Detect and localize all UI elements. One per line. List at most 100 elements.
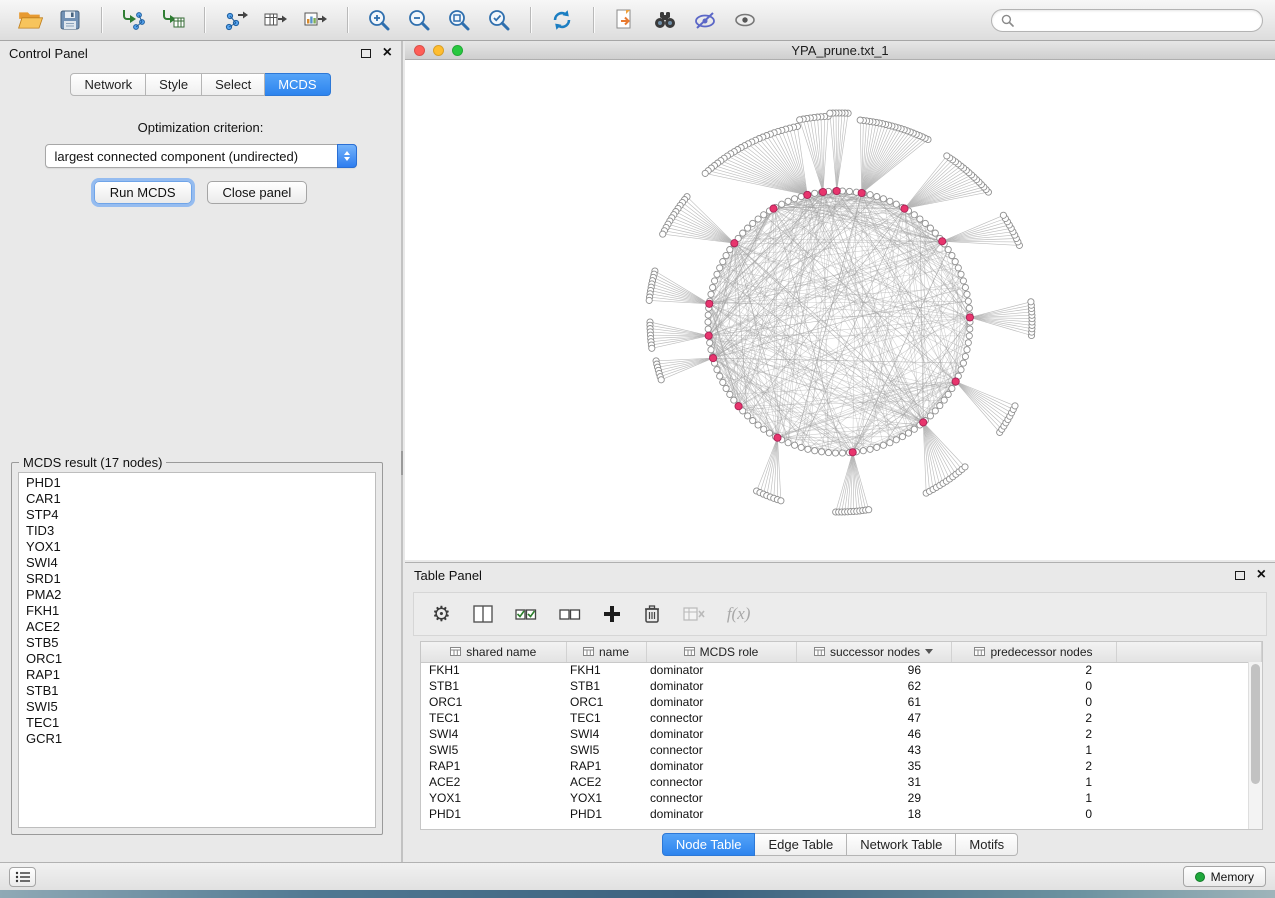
mcds-dominator-node[interactable] xyxy=(705,332,712,339)
network-node[interactable] xyxy=(839,450,845,456)
network-node[interactable] xyxy=(705,312,711,318)
mcds-result-item[interactable]: YOX1 xyxy=(19,539,375,555)
cell-filler[interactable] xyxy=(1116,790,1262,806)
network-node[interactable] xyxy=(955,265,961,271)
cell-name[interactable]: PHD1 xyxy=(566,806,646,822)
close-panel-button[interactable]: Close panel xyxy=(207,181,308,204)
network-node[interactable] xyxy=(964,291,970,297)
table-scrollbar-thumb[interactable] xyxy=(1251,664,1260,784)
network-node[interactable] xyxy=(945,247,951,253)
network-node[interactable] xyxy=(866,507,872,513)
mcds-dominator-node[interactable] xyxy=(804,191,811,198)
close-window-button[interactable] xyxy=(414,45,425,56)
network-node[interactable] xyxy=(962,284,968,290)
cell-filler[interactable] xyxy=(1116,662,1262,678)
network-node[interactable] xyxy=(846,188,852,194)
mcds-result-item[interactable]: SRD1 xyxy=(19,571,375,587)
table-scrollbar[interactable] xyxy=(1248,662,1262,829)
cell-successor-nodes[interactable]: 62 xyxy=(796,678,951,694)
cell-filler[interactable] xyxy=(1116,694,1262,710)
network-node[interactable] xyxy=(1012,403,1018,409)
cell-filler[interactable] xyxy=(1116,806,1262,822)
cell-mcds-role[interactable]: connector xyxy=(646,774,796,790)
cell-predecessor-nodes[interactable]: 1 xyxy=(951,742,1116,758)
cell-shared-name[interactable]: FKH1 xyxy=(421,662,566,678)
tab-select[interactable]: Select xyxy=(202,73,265,96)
select-all-button[interactable] xyxy=(515,604,537,624)
cell-predecessor-nodes[interactable]: 2 xyxy=(951,710,1116,726)
network-node[interactable] xyxy=(932,408,938,414)
apply-layout-button[interactable] xyxy=(544,4,580,36)
network-node[interactable] xyxy=(911,426,917,432)
network-node[interactable] xyxy=(714,271,720,277)
tab-edge-table[interactable]: Edge Table xyxy=(755,833,847,856)
mcds-dominator-node[interactable] xyxy=(858,189,865,196)
cell-predecessor-nodes[interactable]: 0 xyxy=(951,694,1116,710)
network-node[interactable] xyxy=(761,212,767,218)
cell-mcds-role[interactable]: dominator xyxy=(646,678,796,694)
tab-node-table[interactable]: Node Table xyxy=(662,833,756,856)
export-table-button[interactable] xyxy=(258,4,294,36)
network-canvas[interactable] xyxy=(405,60,1275,560)
network-node[interactable] xyxy=(740,230,746,236)
network-node[interactable] xyxy=(952,259,958,265)
network-node[interactable] xyxy=(660,231,666,237)
network-node[interactable] xyxy=(965,340,971,346)
cell-filler[interactable] xyxy=(1116,678,1262,694)
mcds-result-item[interactable]: SWI4 xyxy=(19,555,375,571)
network-node[interactable] xyxy=(825,450,831,456)
deselect-all-button[interactable] xyxy=(559,604,581,624)
mcds-dominator-node[interactable] xyxy=(833,187,840,194)
network-node[interactable] xyxy=(755,216,761,222)
mcds-dominator-node[interactable] xyxy=(710,355,717,362)
table-settings-button[interactable]: ⚙ xyxy=(432,604,451,625)
import-table-button[interactable] xyxy=(155,4,191,36)
network-node[interactable] xyxy=(723,252,729,258)
cell-predecessor-nodes[interactable]: 0 xyxy=(951,806,1116,822)
network-node[interactable] xyxy=(960,360,966,366)
network-node[interactable] xyxy=(962,464,968,470)
network-node[interactable] xyxy=(705,319,711,325)
network-node[interactable] xyxy=(720,259,726,265)
minimize-window-button[interactable] xyxy=(433,45,444,56)
zoom-selected-button[interactable] xyxy=(481,4,517,36)
tab-network[interactable]: Network xyxy=(70,73,146,96)
cell-successor-nodes[interactable]: 96 xyxy=(796,662,951,678)
column-header-name[interactable]: name xyxy=(566,642,646,662)
column-header-mcds-role[interactable]: MCDS role xyxy=(646,642,796,662)
function-builder-button-disabled[interactable]: f(x) xyxy=(727,604,751,624)
network-node[interactable] xyxy=(887,440,893,446)
show-hide-graphics-button[interactable] xyxy=(687,4,723,36)
network-node[interactable] xyxy=(964,347,970,353)
network-node[interactable] xyxy=(708,291,714,297)
network-node[interactable] xyxy=(792,196,798,202)
network-node[interactable] xyxy=(812,448,818,454)
mcds-dominator-node[interactable] xyxy=(952,378,959,385)
table-row[interactable]: ORC1ORC1dominator610 xyxy=(421,694,1262,710)
network-node[interactable] xyxy=(819,449,825,455)
network-node[interactable] xyxy=(949,252,955,258)
network-node[interactable] xyxy=(927,413,933,419)
mcds-result-item[interactable]: STB5 xyxy=(19,635,375,651)
mcds-dominator-node[interactable] xyxy=(706,300,713,307)
mcds-result-item[interactable]: PHD1 xyxy=(19,475,375,491)
network-node[interactable] xyxy=(922,220,928,226)
search-network-button[interactable] xyxy=(647,4,683,36)
mcds-result-item[interactable]: RAP1 xyxy=(19,667,375,683)
cell-mcds-role[interactable]: dominator xyxy=(646,726,796,742)
mcds-result-item[interactable]: ACE2 xyxy=(19,619,375,635)
cell-mcds-role[interactable]: dominator xyxy=(646,662,796,678)
network-node[interactable] xyxy=(731,397,737,403)
network-node[interactable] xyxy=(708,347,714,353)
network-node[interactable] xyxy=(937,403,943,409)
network-node[interactable] xyxy=(712,278,718,284)
cell-filler[interactable] xyxy=(1116,726,1262,742)
cell-filler[interactable] xyxy=(1116,742,1262,758)
network-node[interactable] xyxy=(905,430,911,436)
network-node[interactable] xyxy=(874,194,880,200)
network-node[interactable] xyxy=(779,201,785,207)
cell-predecessor-nodes[interactable]: 1 xyxy=(951,790,1116,806)
cell-predecessor-nodes[interactable]: 2 xyxy=(951,726,1116,742)
cell-successor-nodes[interactable]: 35 xyxy=(796,758,951,774)
network-node[interactable] xyxy=(727,247,733,253)
